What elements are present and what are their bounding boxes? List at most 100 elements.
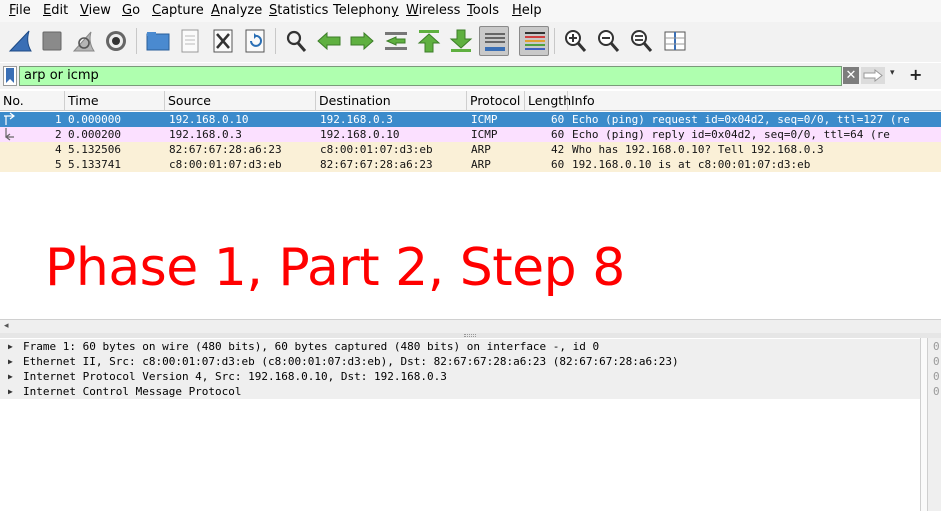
bytes-offset: 0 xyxy=(933,340,940,353)
scroll-left-icon[interactable]: ◂ xyxy=(4,320,9,333)
column-header-source[interactable]: Source xyxy=(165,91,316,110)
packet-destination: 192.168.0.3 xyxy=(320,113,393,126)
menu-statistics[interactable]: Statistics xyxy=(269,3,328,19)
packet-time: 0.000200 xyxy=(68,128,121,141)
display-filter-bar: arp or icmp ✕ ▾ + xyxy=(0,63,941,89)
packet-list-hscrollbar[interactable]: ◂ xyxy=(0,319,941,333)
step-annotation: Phase 1, Part 2, Step 8 xyxy=(45,238,625,298)
display-filter-input[interactable]: arp or icmp xyxy=(19,66,842,86)
packet-protocol: ARP xyxy=(471,158,491,171)
expand-arrow-icon[interactable]: ▶ xyxy=(8,339,13,354)
find-packet-icon[interactable] xyxy=(281,26,311,56)
colorize-icon[interactable] xyxy=(519,26,549,56)
packet-row[interactable]: 2 0.000200 192.168.0.3 192.168.0.10 ICMP… xyxy=(0,127,941,142)
packet-no: 1 xyxy=(55,113,62,126)
apply-filter-icon[interactable] xyxy=(861,67,885,84)
packet-row[interactable]: 5 5.133741 c8:00:01:07:d3:eb 82:67:67:28… xyxy=(0,157,941,172)
menu-view[interactable]: View xyxy=(80,3,111,19)
detail-tree-item[interactable]: ▶ Frame 1: 60 bytes on wire (480 bits), … xyxy=(0,339,920,354)
open-folder-icon[interactable] xyxy=(143,26,173,56)
packet-time: 5.133741 xyxy=(68,158,121,171)
expand-arrow-icon[interactable]: ▶ xyxy=(8,369,13,384)
packet-info: Echo (ping) request id=0x04d2, seq=0/0, … xyxy=(572,113,910,126)
packet-protocol: ARP xyxy=(471,143,491,156)
menu-wireless[interactable]: Wireless xyxy=(406,3,460,19)
filter-history-dropdown-icon[interactable]: ▾ xyxy=(890,68,895,78)
capture-options-gear-icon[interactable] xyxy=(101,26,131,56)
detail-tree-item[interactable]: ▶ Internet Protocol Version 4, Src: 192.… xyxy=(0,369,920,384)
go-last-icon[interactable] xyxy=(446,26,476,56)
column-header-info[interactable]: Info xyxy=(568,91,941,110)
packet-details-vscrollbar[interactable] xyxy=(920,338,928,511)
add-filter-button[interactable]: + xyxy=(909,65,922,84)
column-header-no[interactable]: No. xyxy=(0,91,65,110)
expand-arrow-icon[interactable]: ▶ xyxy=(8,384,13,399)
request-response-link-icon xyxy=(2,127,18,142)
menu-bar: File Edit View Go Capture Analyze Statis… xyxy=(0,0,941,22)
main-toolbar xyxy=(0,22,941,62)
menu-help[interactable]: Help xyxy=(512,3,542,19)
auto-scroll-icon[interactable] xyxy=(479,26,509,56)
packet-no: 4 xyxy=(55,143,62,156)
column-header-time[interactable]: Time xyxy=(65,91,165,110)
column-header-protocol[interactable]: Protocol xyxy=(467,91,525,110)
bytes-offset: 0 xyxy=(933,370,940,383)
menu-analyze[interactable]: Analyze xyxy=(211,3,262,19)
close-file-icon[interactable] xyxy=(208,26,238,56)
packet-length: 60 xyxy=(551,158,565,171)
packet-no: 5 xyxy=(55,158,62,171)
packet-source: c8:00:01:07:d3:eb xyxy=(169,158,282,171)
menu-file[interactable]: File xyxy=(9,3,31,19)
filter-bookmark-icon[interactable] xyxy=(3,66,17,86)
packet-no: 2 xyxy=(55,128,62,141)
zoom-normal-icon[interactable] xyxy=(626,26,656,56)
packet-info: Who has 192.168.0.10? Tell 192.168.0.3 xyxy=(572,143,824,156)
stop-square-icon[interactable] xyxy=(37,26,67,56)
packet-row[interactable]: 4 5.132506 82:67:67:28:a6:23 c8:00:01:07… xyxy=(0,142,941,157)
packet-length: 42 xyxy=(551,143,565,156)
packet-length: 60 xyxy=(551,128,565,141)
bytes-offset: 0 xyxy=(933,385,940,398)
packet-info: 192.168.0.10 is at c8:00:01:07:d3:eb xyxy=(572,158,811,171)
packet-destination: 82:67:67:28:a6:23 xyxy=(320,158,433,171)
reload-file-icon[interactable] xyxy=(240,26,270,56)
zoom-out-icon[interactable] xyxy=(593,26,623,56)
menu-telephony[interactable]: Telephony xyxy=(333,3,399,19)
packet-protocol: ICMP xyxy=(471,113,498,126)
expand-arrow-icon[interactable]: ▶ xyxy=(8,354,13,369)
menu-edit[interactable]: Edit xyxy=(43,3,68,19)
request-response-link-icon xyxy=(2,112,18,127)
packet-time: 0.000000 xyxy=(68,113,121,126)
shark-fin-start-icon[interactable] xyxy=(5,26,35,56)
packet-bytes-pane: 0 0 0 0 xyxy=(928,338,941,511)
packet-protocol: ICMP xyxy=(471,128,498,141)
packet-info: Echo (ping) reply id=0x04d2, seq=0/0, tt… xyxy=(572,128,890,141)
detail-tree-item[interactable]: ▶ Ethernet II, Src: c8:00:01:07:d3:eb (c… xyxy=(0,354,920,369)
packet-time: 5.132506 xyxy=(68,143,121,156)
go-forward-icon[interactable] xyxy=(347,26,377,56)
go-back-icon[interactable] xyxy=(314,26,344,56)
go-first-icon[interactable] xyxy=(414,26,444,56)
column-header-destination[interactable]: Destination xyxy=(316,91,467,110)
packet-destination: c8:00:01:07:d3:eb xyxy=(320,143,433,156)
packet-row[interactable]: 1 0.000000 192.168.0.10 192.168.0.3 ICMP… xyxy=(0,112,941,127)
clear-filter-icon[interactable]: ✕ xyxy=(843,67,859,84)
go-to-packet-icon[interactable] xyxy=(381,26,411,56)
packet-destination: 192.168.0.10 xyxy=(320,128,400,141)
zoom-in-icon[interactable] xyxy=(560,26,590,56)
save-file-icon[interactable] xyxy=(175,26,205,56)
packet-source: 192.168.0.10 xyxy=(169,113,249,126)
resize-columns-icon[interactable] xyxy=(660,26,690,56)
packet-source: 192.168.0.3 xyxy=(169,128,242,141)
menu-tools[interactable]: Tools xyxy=(467,3,499,19)
restart-shark-icon[interactable] xyxy=(69,26,99,56)
packet-list-header: No. Time Source Destination Protocol Len… xyxy=(0,91,941,111)
detail-tree-item[interactable]: ▶ Internet Control Message Protocol xyxy=(0,384,920,399)
packet-details-pane: ▶ Frame 1: 60 bytes on wire (480 bits), … xyxy=(0,338,920,511)
packet-source: 82:67:67:28:a6:23 xyxy=(169,143,282,156)
bytes-offset: 0 xyxy=(933,355,940,368)
column-header-length[interactable]: Length xyxy=(525,91,571,110)
menu-go[interactable]: Go xyxy=(122,3,140,19)
menu-capture[interactable]: Capture xyxy=(152,3,204,19)
packet-length: 60 xyxy=(551,113,565,126)
